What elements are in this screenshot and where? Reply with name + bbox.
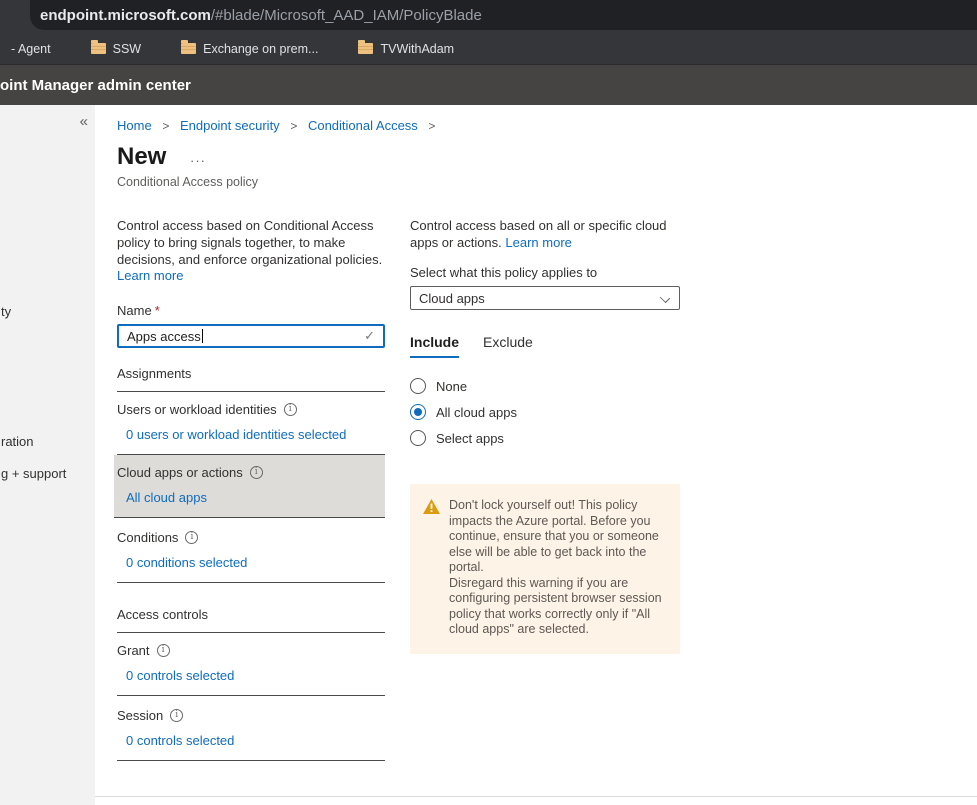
url-domain: endpoint.microsoft.com xyxy=(40,7,211,24)
policy-applies-label: Select what this policy applies to xyxy=(410,265,680,280)
url-path: /#blade/Microsoft_AAD_IAM/PolicyBlade xyxy=(211,7,482,24)
warning-text: Don't lock yourself out! This policy imp… xyxy=(449,498,668,638)
bookmark-folder-tvwithadam[interactable]: TVWithAdam xyxy=(352,39,460,59)
breadcrumb: Home > Endpoint security > Conditional A… xyxy=(117,118,442,133)
cloud-apps-blade: Control access based on all or specific … xyxy=(410,217,680,654)
grant-section-title: Grant xyxy=(117,643,150,658)
bookmark-label: - Agent xyxy=(11,42,51,56)
cloud-apps-section[interactable]: Cloud apps or actions i All cloud apps xyxy=(114,455,385,518)
warning-line-2: Disregard this warning if you are config… xyxy=(449,576,668,638)
cloud-apps-selected-link[interactable]: All cloud apps xyxy=(126,490,385,505)
session-section: Session i 0 controls selected xyxy=(117,696,385,761)
radio-selected-icon xyxy=(410,404,426,420)
radio-select-apps[interactable]: Select apps xyxy=(410,428,680,448)
grant-selected-link[interactable]: 0 controls selected xyxy=(126,668,385,683)
folder-icon xyxy=(181,43,196,54)
name-input[interactable]: Apps access ✓ xyxy=(117,324,385,348)
page-title: New xyxy=(117,143,166,171)
access-controls-header: Access controls xyxy=(117,583,385,633)
info-icon[interactable]: i xyxy=(170,709,183,722)
url-bar[interactable]: endpoint.microsoft.com/#blade/Microsoft_… xyxy=(30,0,977,30)
bookmark-folder-exchange[interactable]: Exchange on prem... xyxy=(175,39,324,59)
warning-line-1: Don't lock yourself out! This policy imp… xyxy=(449,498,659,574)
chevron-down-icon xyxy=(661,294,669,302)
footer-divider xyxy=(95,796,977,797)
policy-applies-dropdown[interactable]: Cloud apps xyxy=(410,286,680,310)
lockout-warning: Don't lock yourself out! This policy imp… xyxy=(410,484,680,654)
more-options-icon[interactable]: ··· xyxy=(190,153,206,168)
required-marker: * xyxy=(155,303,160,318)
conditions-selected-link[interactable]: 0 conditions selected xyxy=(126,555,385,570)
app-header: oint Manager admin center xyxy=(0,64,977,105)
grant-section: Grant i 0 controls selected xyxy=(117,633,385,696)
sidebar-item-endpoint-security[interactable]: ty xyxy=(1,304,11,319)
warning-icon xyxy=(423,499,440,638)
info-icon[interactable]: i xyxy=(250,466,263,479)
breadcrumb-endpoint-security[interactable]: Endpoint security xyxy=(180,118,280,133)
session-selected-link[interactable]: 0 controls selected xyxy=(126,733,385,748)
info-icon[interactable]: i xyxy=(157,644,170,657)
browser-toolbar: endpoint.microsoft.com/#blade/Microsoft_… xyxy=(0,0,977,33)
users-selected-link[interactable]: 0 users or workload identities selected xyxy=(126,427,385,442)
cloud-apps-section-title: Cloud apps or actions xyxy=(117,465,243,480)
bookmark-folder-ssw[interactable]: SSW xyxy=(85,39,147,59)
chevron-right-icon: > xyxy=(162,119,169,133)
radio-label: Select apps xyxy=(436,431,504,446)
session-section-title: Session xyxy=(117,708,163,723)
users-section: Users or workload identities i 0 users o… xyxy=(117,392,385,455)
learn-more-link[interactable]: Learn more xyxy=(117,268,385,283)
breadcrumb-conditional-access[interactable]: Conditional Access xyxy=(308,118,418,133)
folder-icon xyxy=(91,43,106,54)
name-label: Name xyxy=(117,303,152,318)
check-icon: ✓ xyxy=(364,328,375,344)
conditions-section-title: Conditions xyxy=(117,530,178,545)
chevron-right-icon: > xyxy=(290,119,297,133)
cloud-apps-description: Control access based on all or specific … xyxy=(410,217,680,251)
name-input-value: Apps access xyxy=(127,329,201,344)
conditions-section: Conditions i 0 conditions selected xyxy=(117,518,385,583)
policy-form-column: Control access based on Conditional Acce… xyxy=(117,217,385,761)
bookmark-label: SSW xyxy=(113,42,141,56)
dropdown-value: Cloud apps xyxy=(419,291,485,306)
bookmark-label: Exchange on prem... xyxy=(203,42,318,56)
info-icon[interactable]: i xyxy=(284,403,297,416)
include-radio-group: None All cloud apps Select apps xyxy=(410,376,680,448)
app-title: oint Manager admin center xyxy=(0,77,191,94)
page-subtitle: Conditional Access policy xyxy=(117,175,258,189)
folder-icon xyxy=(358,43,373,54)
users-section-title: Users or workload identities xyxy=(117,402,277,417)
radio-icon xyxy=(410,378,426,394)
radio-label: None xyxy=(436,379,467,394)
text-caret xyxy=(202,329,203,343)
sidebar-item-troubleshooting-support[interactable]: g + support xyxy=(1,466,66,481)
main-content: Home > Endpoint security > Conditional A… xyxy=(95,105,977,805)
tab-exclude[interactable]: Exclude xyxy=(483,334,533,358)
sidebar-item-tenant-administration[interactable]: ration xyxy=(1,434,34,449)
learn-more-link[interactable]: Learn more xyxy=(505,235,571,250)
collapse-sidebar-icon[interactable]: « xyxy=(80,113,88,130)
bookmark-label: TVWithAdam xyxy=(380,42,454,56)
policy-sections: Assignments Users or workload identities… xyxy=(117,366,385,761)
radio-label: All cloud apps xyxy=(436,405,517,420)
radio-none[interactable]: None xyxy=(410,376,680,396)
chevron-right-icon: > xyxy=(428,119,435,133)
include-exclude-tabs: Include Exclude xyxy=(410,334,680,358)
bookmarks-bar: - Agent SSW Exchange on prem... TVWithAd… xyxy=(0,33,977,64)
assignments-header: Assignments xyxy=(117,366,385,392)
tab-include[interactable]: Include xyxy=(410,334,459,358)
name-field-group: Name* Apps access ✓ xyxy=(117,303,385,348)
bookmark-agent[interactable]: - Agent xyxy=(5,39,57,59)
sidebar: « ty ration g + support xyxy=(0,105,95,805)
radio-icon xyxy=(410,430,426,446)
info-icon[interactable]: i xyxy=(185,531,198,544)
policy-description: Control access based on Conditional Acce… xyxy=(117,217,385,268)
breadcrumb-home[interactable]: Home xyxy=(117,118,152,133)
radio-all-cloud-apps[interactable]: All cloud apps xyxy=(410,402,680,422)
